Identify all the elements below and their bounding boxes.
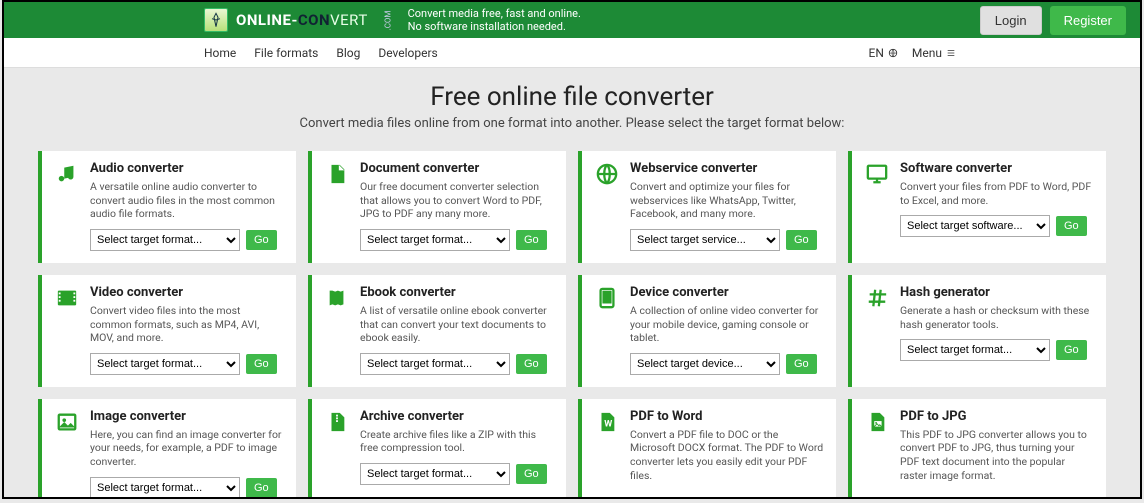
archive-icon xyxy=(324,409,350,499)
card-desc: Convert video files into the most common… xyxy=(90,304,284,345)
image-icon xyxy=(54,409,80,499)
archive-select[interactable]: Select target format... xyxy=(360,463,510,485)
video-icon xyxy=(54,285,80,375)
globe-icon xyxy=(888,48,898,58)
hero: Free online file converter Convert media… xyxy=(4,68,1140,141)
hash-go-button[interactable]: Go xyxy=(1056,340,1087,360)
card-desc: A versatile online audio converter to co… xyxy=(90,180,284,221)
nav-blog[interactable]: Blog xyxy=(336,46,360,60)
svg-text:W: W xyxy=(604,419,612,429)
main-nav: Home File formats Blog Developers EN Men… xyxy=(4,38,1140,68)
nav-home[interactable]: Home xyxy=(204,46,236,60)
ebook-icon xyxy=(324,285,350,375)
nav-fileformats[interactable]: File formats xyxy=(254,46,318,60)
card-desc: Convert your files from PDF to Word, PDF… xyxy=(900,180,1094,207)
pdfjpg-icon xyxy=(864,409,890,499)
card-title[interactable]: Audio converter xyxy=(90,161,284,176)
ebook-go-button[interactable]: Go xyxy=(516,354,547,374)
login-button[interactable]: Login xyxy=(980,6,1042,35)
card-title[interactable]: Ebook converter xyxy=(360,285,554,300)
card-image: Image converter Here, you can find an im… xyxy=(38,399,296,499)
card-title[interactable]: Device converter xyxy=(630,285,824,300)
page-title: Free online file converter xyxy=(4,82,1140,112)
video-select[interactable]: Select target format... xyxy=(90,353,240,375)
audio-icon xyxy=(54,161,80,251)
card-desc: A list of versatile online ebook convert… xyxy=(360,304,554,345)
card-hash: Hash generator Generate a hash or checks… xyxy=(848,275,1106,387)
webservice-go-button[interactable]: Go xyxy=(786,230,817,250)
card-desc: This PDF to JPG converter allows you to … xyxy=(900,428,1094,483)
card-video: Video converter Convert video files into… xyxy=(38,275,296,387)
card-desc: Create archive files like a ZIP with thi… xyxy=(360,428,554,455)
audio-select[interactable]: Select target format... xyxy=(90,229,240,251)
video-go-button[interactable]: Go xyxy=(246,354,277,374)
card-pdfjpg: PDF to JPG This PDF to JPG converter all… xyxy=(848,399,1106,499)
document-go-button[interactable]: Go xyxy=(516,230,547,250)
ebook-select[interactable]: Select target format... xyxy=(360,353,510,375)
hash-select[interactable]: Select target format... xyxy=(900,339,1050,361)
card-desc: Our free document converter selection th… xyxy=(360,180,554,221)
lang-selector[interactable]: EN xyxy=(869,46,898,60)
taglines: Convert media free, fast and online. No … xyxy=(408,7,581,33)
document-select[interactable]: Select target format... xyxy=(360,229,510,251)
nav-developers[interactable]: Developers xyxy=(378,46,437,60)
card-audio: Audio converter A versatile online audio… xyxy=(38,151,296,263)
card-desc: Convert a PDF file to DOC or the Microso… xyxy=(630,428,824,483)
device-go-button[interactable]: Go xyxy=(786,354,817,374)
card-title[interactable]: Software converter xyxy=(900,161,1094,176)
pdfword-icon: W xyxy=(594,409,620,499)
card-title[interactable]: PDF to JPG xyxy=(900,409,1094,424)
device-icon xyxy=(594,285,620,375)
register-button[interactable]: Register xyxy=(1050,6,1126,35)
image-go-button[interactable]: Go xyxy=(246,478,277,498)
software-icon xyxy=(864,161,890,251)
device-select[interactable]: Select target device... xyxy=(630,353,780,375)
top-banner: ONLINE-CONVERT .COM Convert media free, … xyxy=(4,2,1140,38)
audio-go-button[interactable]: Go xyxy=(246,230,277,250)
card-desc: Generate a hash or checksum with these h… xyxy=(900,304,1094,331)
image-select[interactable]: Select target format... xyxy=(90,477,240,499)
archive-go-button[interactable]: Go xyxy=(516,464,547,484)
card-title[interactable]: Webservice converter xyxy=(630,161,824,176)
software-select[interactable]: Select target software... xyxy=(900,215,1050,237)
menu-toggle[interactable]: Menu xyxy=(912,46,956,60)
software-go-button[interactable]: Go xyxy=(1056,216,1087,236)
card-software: Software converter Convert your files fr… xyxy=(848,151,1106,263)
brand-text: ONLINE-CONVERT xyxy=(236,11,368,29)
webservice-select[interactable]: Select target service... xyxy=(630,229,780,251)
card-title[interactable]: Video converter xyxy=(90,285,284,300)
card-title[interactable]: Document converter xyxy=(360,161,554,176)
card-ebook: Ebook converter A list of versatile onli… xyxy=(308,275,566,387)
brand-domain: .COM xyxy=(383,10,392,30)
card-title[interactable]: PDF to Word xyxy=(630,409,824,424)
card-device: Device converter A collection of online … xyxy=(578,275,836,387)
brand[interactable]: ONLINE-CONVERT .COM xyxy=(204,8,398,32)
webservice-icon xyxy=(594,161,620,251)
page-subtitle: Convert media files online from one form… xyxy=(4,116,1140,131)
logo-icon xyxy=(204,8,228,32)
card-webservice: Webservice converter Convert and optimiz… xyxy=(578,151,836,263)
card-title[interactable]: Archive converter xyxy=(360,409,554,424)
card-document: Document converter Our free document con… xyxy=(308,151,566,263)
card-desc: A collection of online video converter f… xyxy=(630,304,824,345)
hash-icon xyxy=(864,285,890,375)
document-icon xyxy=(324,161,350,251)
card-title[interactable]: Hash generator xyxy=(900,285,1094,300)
card-pdfword: W PDF to Word Convert a PDF file to DOC … xyxy=(578,399,836,499)
card-desc: Here, you can find an image converter fo… xyxy=(90,428,284,469)
converter-grid: Audio converter A versatile online audio… xyxy=(4,141,1140,499)
card-archive: Archive converter Create archive files l… xyxy=(308,399,566,499)
card-desc: Convert and optimize your files for webs… xyxy=(630,180,824,221)
card-title[interactable]: Image converter xyxy=(90,409,284,424)
hamburger-icon xyxy=(946,48,956,58)
